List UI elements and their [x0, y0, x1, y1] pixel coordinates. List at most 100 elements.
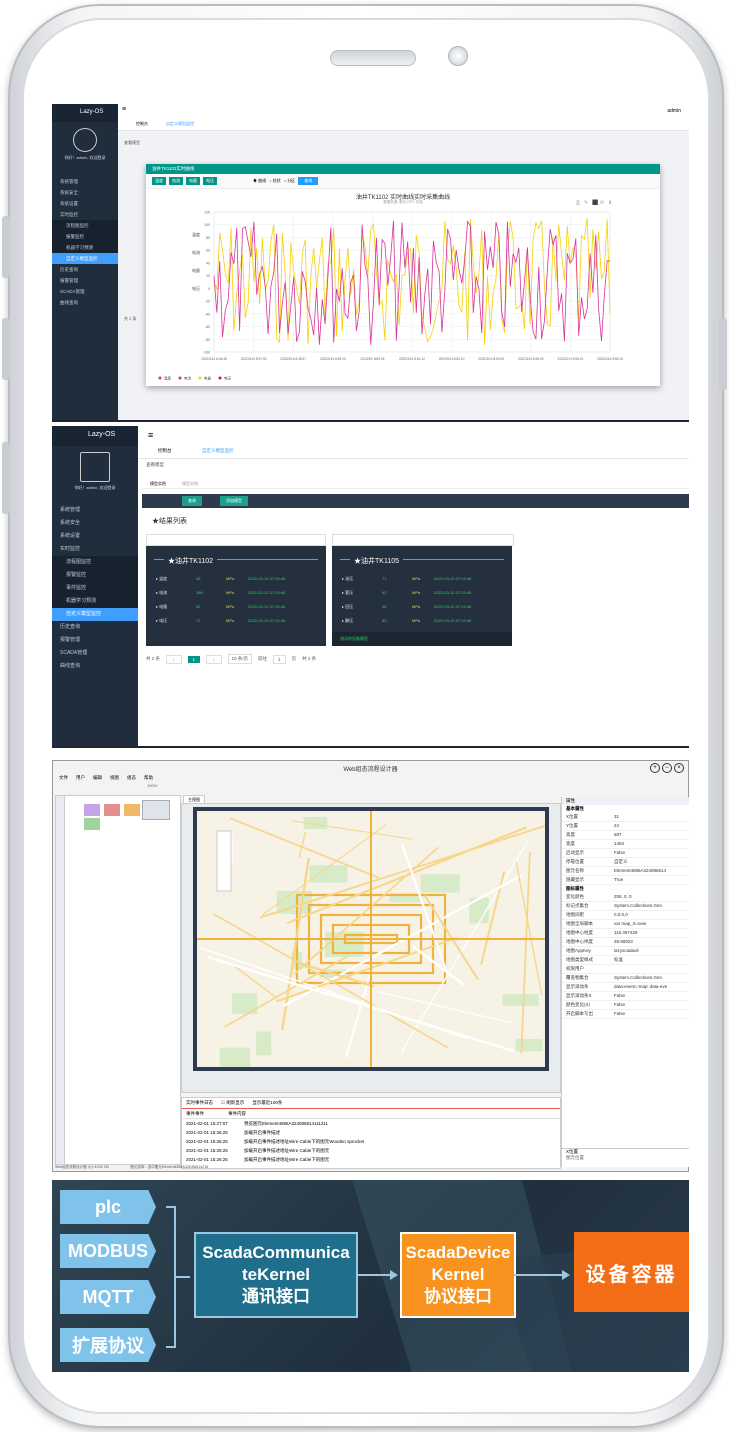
- sidebar-item[interactable]: 曲线查询: [52, 660, 138, 673]
- property-row[interactable]: 隐藏显示 True: [562, 876, 689, 885]
- property-row[interactable]: 地图类型样式 标准: [562, 956, 689, 965]
- property-row[interactable]: 覆盖物集合 System.Collections.Gen: [562, 974, 689, 983]
- add-icon[interactable]: +: [650, 763, 660, 773]
- toolbox-tile-1[interactable]: [84, 804, 100, 816]
- model-card-2[interactable]: ★油井TK1105 ▸ 油压 71 MPa 2022-03-12 07:13:46 ▸ …: [332, 546, 512, 646]
- prev-page[interactable]: ‹: [166, 654, 182, 664]
- toolbox-tile-5[interactable]: [84, 818, 100, 830]
- menu-icon[interactable]: ≡: [148, 430, 153, 440]
- sidebar-item[interactable]: 系统安全: [52, 517, 138, 530]
- subtab-instance-2[interactable]: 模型实例: [182, 481, 198, 487]
- minus-icon[interactable]: −: [662, 763, 672, 773]
- sidebar-item[interactable]: 机器学习预测: [52, 242, 118, 253]
- toolbox-tile-2[interactable]: [104, 804, 120, 816]
- sidebar-item[interactable]: 报警监控: [52, 569, 138, 582]
- model-card-1[interactable]: ★油井TK1102 ▸ 温度 48 MPa 2022-03-12 07:13:46 ▸ …: [146, 546, 326, 646]
- sidebar-item[interactable]: 实时监控: [52, 543, 138, 556]
- property-row[interactable]: 显示滚动条X False: [562, 992, 689, 1001]
- menu-item[interactable]: 组态: [127, 775, 136, 781]
- zoom-level[interactable]: 100%: [147, 783, 157, 788]
- property-row[interactable]: 颜色变化(X) False: [562, 1001, 689, 1010]
- sidebar-item[interactable]: 曲线查询: [52, 297, 118, 308]
- sidebar-item[interactable]: 系统管理: [52, 176, 118, 187]
- query-button[interactable]: 查询: [182, 496, 202, 506]
- property-row[interactable]: 地图间距 0,0,0,0: [562, 911, 689, 920]
- device-container-box: 设备容器: [574, 1232, 689, 1312]
- property-value: False: [614, 850, 626, 855]
- menu-item[interactable]: 编辑: [93, 775, 102, 781]
- toolbox-tile-3[interactable]: [124, 804, 140, 816]
- next-page[interactable]: ›: [206, 654, 222, 664]
- admin-user[interactable]: admin: [667, 108, 681, 114]
- property-row[interactable]: Y位置 24: [562, 822, 689, 831]
- metric-value: 62: [196, 604, 201, 609]
- property-row[interactable]: 地图中心经度 116.397428: [562, 929, 689, 938]
- arrow-2: [356, 1274, 392, 1276]
- sidebar-item[interactable]: 事件监控: [52, 582, 138, 595]
- menu-item[interactable]: 帮助: [144, 775, 153, 781]
- card-row: ▸ 静压 89 MPa 2022-03-12 07:13:46: [342, 618, 512, 624]
- property-row[interactable]: 图元名称 Element4898A324086814: [562, 867, 689, 876]
- sidebar-item[interactable]: 报警管理: [52, 634, 138, 647]
- tab-console[interactable]: 控制台: [158, 448, 172, 454]
- sidebar-item[interactable]: SCADA管理: [52, 647, 138, 660]
- property-key: 地图中心经度: [566, 930, 593, 935]
- property-key: 地图类型样式: [566, 957, 593, 962]
- sidebar-item[interactable]: 自定义模型监控: [52, 608, 138, 621]
- sidebar-item[interactable]: 实时监控: [52, 209, 118, 220]
- menu-icon[interactable]: ≡: [122, 106, 126, 113]
- sidebar-item[interactable]: 系统管理: [52, 504, 138, 517]
- refresh-checkbox[interactable]: ☑ 刷新显示: [221, 1098, 244, 1108]
- sidebar-item[interactable]: 报警监控: [52, 231, 118, 242]
- property-value: False: [614, 1011, 626, 1016]
- property-row[interactable]: 变化颜色 255, 0, 0: [562, 893, 689, 902]
- sidebar-item[interactable]: 历史查询: [52, 621, 138, 634]
- sidebar-item[interactable]: 系统设置: [52, 530, 138, 543]
- property-row[interactable]: 地图全局脚本 var map_0=new: [562, 920, 689, 929]
- subtab-instance[interactable]: 模型实例: [150, 481, 166, 487]
- y-tick-label: -40: [205, 312, 210, 316]
- property-row[interactable]: 高度 687: [562, 831, 689, 840]
- property-row[interactable]: 宽度 1463: [562, 840, 689, 849]
- toolbox-tile-4[interactable]: [142, 800, 170, 820]
- page-input[interactable]: 1: [273, 654, 286, 664]
- add-model-button[interactable]: 添加模型: [220, 496, 248, 506]
- property-row[interactable]: 开启脚本写出 False: [562, 1010, 689, 1019]
- property-row[interactable]: 地图AppKey lazyscadaoil: [562, 947, 689, 956]
- current-page[interactable]: 1: [187, 655, 201, 663]
- sidebar-item[interactable]: 系统安全: [52, 187, 118, 198]
- property-row[interactable]: 权限用户: [562, 965, 689, 974]
- results-title: ★结果列表: [152, 518, 187, 525]
- tab-model-monitor[interactable]: 自定义模型监控: [202, 448, 234, 454]
- property-row[interactable]: 地图中心纬度 39.90923: [562, 938, 689, 947]
- metric-name: ▸ 电量: [156, 604, 168, 609]
- volume-up-button[interactable]: [2, 216, 10, 278]
- close-icon[interactable]: ×: [674, 763, 684, 773]
- property-row[interactable]: X位置 31: [562, 813, 689, 822]
- tab-console[interactable]: 控制台: [136, 121, 148, 127]
- property-row[interactable]: 标记点集合 System.Collections.Gen: [562, 902, 689, 911]
- sidebar-item[interactable]: SCADA管理: [52, 286, 118, 297]
- property-row[interactable]: 停靠位置 自定义: [562, 858, 689, 867]
- menu-item[interactable]: 视图: [110, 775, 119, 781]
- property-row[interactable]: 启动显示 False: [562, 849, 689, 858]
- property-row[interactable]: 显示滚动条 data-event='map' data-eve: [562, 983, 689, 992]
- city-map[interactable]: [193, 807, 549, 1071]
- status-left: Web组态流程设计器 大小1239,750: [55, 1165, 110, 1169]
- sidebar-item[interactable]: 流程图监控: [52, 220, 118, 231]
- sidebar-item[interactable]: 报警管理: [52, 275, 118, 286]
- sidebar-item[interactable]: 流程图监控: [52, 556, 138, 569]
- volume-down-button[interactable]: [2, 318, 10, 380]
- sidebar-item[interactable]: 系统设置: [52, 198, 118, 209]
- power-button[interactable]: [719, 318, 727, 390]
- show-recent[interactable]: 显示最近100条: [252, 1098, 282, 1108]
- silent-switch[interactable]: [2, 442, 10, 514]
- sidebar-item[interactable]: 历史查询: [52, 264, 118, 275]
- property-value: lazyscadaoil: [614, 948, 639, 953]
- menu-item[interactable]: 用户: [76, 775, 85, 781]
- sidebar-item[interactable]: 机器学习预测: [52, 595, 138, 608]
- per-page-select[interactable]: 10 条/页: [227, 654, 253, 664]
- sidebar-item[interactable]: 自定义模型监控: [52, 253, 118, 264]
- tab-model-monitor[interactable]: 自定义模型监控: [166, 121, 194, 127]
- menu-item[interactable]: 文件: [59, 775, 68, 781]
